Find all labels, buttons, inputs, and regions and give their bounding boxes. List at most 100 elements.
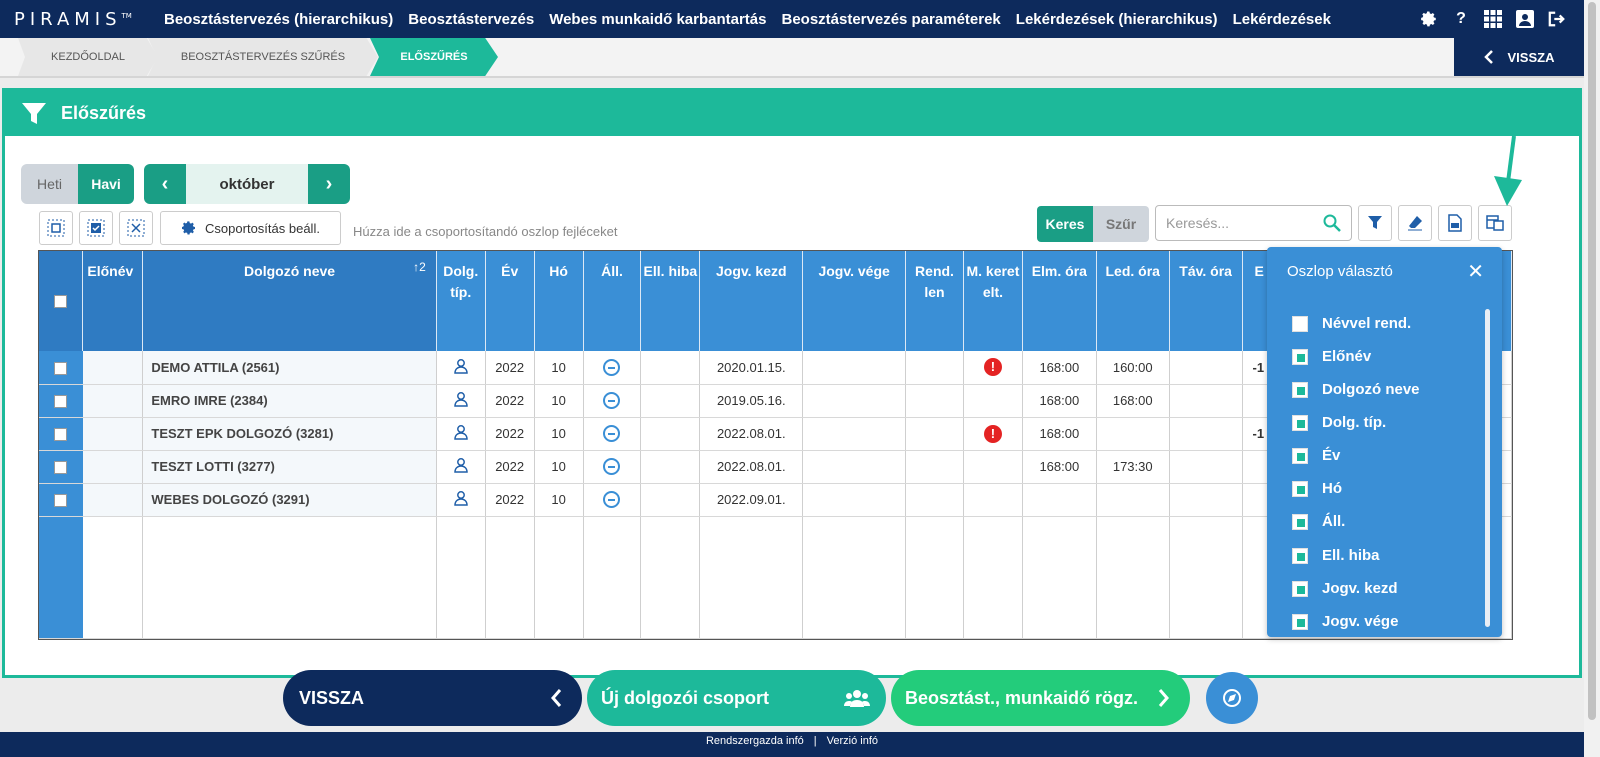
cell-rend-len [905,384,964,418]
col-header-led-ora[interactable]: Led. óra [1096,251,1170,351]
breadcrumb-beosztas-szures[interactable]: BEOSZTÁSTERVEZÉS SZŰRÉS [148,38,378,76]
column-option-checkbox[interactable] [1292,613,1308,630]
select-all-icon [47,219,65,237]
cell-all [583,450,642,484]
new-employee-group-button[interactable]: Új dolgozói csoport [587,670,886,726]
column-option-checkbox[interactable] [1292,414,1308,431]
warning-icon: ! [983,358,1002,377]
close-icon[interactable]: ✕ [1467,259,1484,284]
col-header-m-keret-elt[interactable]: M. keret elt. [963,251,1023,351]
nav-link-lekerdezes-hier[interactable]: Lekérdezések (hierarchikus) [1016,11,1218,28]
scrollbar-thumb[interactable] [1588,2,1596,720]
grid-apps-icon[interactable] [1484,10,1502,28]
grouping-settings-button[interactable]: Csoportosítás beáll. [160,211,341,245]
column-option-checkbox[interactable] [1292,547,1308,564]
search-icon[interactable] [1323,214,1341,232]
cell-m-keret [963,450,1023,484]
column-option-jogv-vege[interactable]: Jogv. vége [1292,613,1398,630]
gear-icon[interactable] [1420,10,1438,28]
col-header-jogv-kezd[interactable]: Jogv. kezd [699,251,804,351]
quick-action-button[interactable] [1206,672,1258,724]
szur-toggle[interactable]: Szűr [1093,206,1149,242]
nav-link-webes-munkaido[interactable]: Webes munkaidő karbantartás [549,11,766,28]
footer-admin-info-link[interactable]: Rendszergazda infó [706,735,804,757]
cell-elonev [82,450,144,484]
column-option-ell-hiba[interactable]: Ell. hiba [1292,547,1380,564]
users-icon [844,690,870,707]
heti-toggle[interactable]: Heti [21,164,78,204]
record-schedule-button[interactable]: Beosztást., munkaidő rögz. [891,670,1190,726]
row-checkbox[interactable] [54,494,68,508]
select-all-checkbox[interactable] [54,295,68,309]
column-option-checkbox[interactable] [1292,348,1308,365]
footer-version-info-link[interactable]: Verzió infó [827,735,878,757]
column-option-checkbox[interactable] [1292,513,1308,530]
cell-jogv-kezd: 2020.01.15. [699,351,804,385]
column-option-all[interactable]: Áll. [1292,513,1345,530]
row-checkbox[interactable] [54,361,68,375]
user-card-icon[interactable] [1516,10,1534,28]
col-header-rend-len[interactable]: Rend. len [905,251,964,351]
breadcrumb-eloszures[interactable]: ELŐSZŰRÉS [370,38,498,76]
column-chooser-scrollbar[interactable] [1485,309,1490,627]
back-button-top[interactable]: VISSZA [1454,38,1584,76]
employee-type-icon [453,491,468,506]
col-header-elm-ora[interactable]: Elm. óra [1022,251,1097,351]
col-header-elonev[interactable]: Előnév [82,251,144,351]
select-visible-button[interactable] [79,211,113,245]
row-checkbox[interactable] [54,428,68,442]
column-option-jogv-kezd[interactable]: Jogv. kezd [1292,580,1398,597]
column-chooser-icon [1486,215,1504,231]
next-month-button[interactable]: › [308,164,350,204]
help-icon[interactable]: ? [1452,10,1470,28]
column-option-checkbox[interactable] [1292,580,1308,597]
nav-link-beosztas-hier[interactable]: Beosztástervezés (hierarchikus) [164,11,393,28]
back-button[interactable]: VISSZA [283,670,582,726]
cell-name: TESZT LOTTI (3277) [142,450,437,484]
column-option-checkbox[interactable] [1292,315,1308,332]
column-option-checkbox[interactable] [1292,480,1308,497]
col-header-ell-hiba[interactable]: Ell. hiba [640,251,701,351]
piramis-logo[interactable]: PIRAMISTM [14,9,164,30]
prev-month-button[interactable]: ‹ [144,164,186,204]
column-option-elonev[interactable]: Előnév [1292,348,1371,365]
page-scrollbar[interactable] [1584,0,1600,757]
column-option-dolgozo-neve[interactable]: Dolgozó neve [1292,381,1420,398]
cell-m-keret [963,384,1023,418]
export-csv-button[interactable] [1438,205,1472,241]
column-option-dolg-tip[interactable]: Dolg. típ. [1292,414,1386,431]
employee-type-icon [453,358,468,374]
select-all-button[interactable] [39,211,73,245]
row-checkbox[interactable] [54,395,68,409]
cell-tav-ora [1169,417,1243,451]
col-header-ho[interactable]: Hó [534,251,584,351]
column-option-checkbox[interactable] [1292,381,1308,398]
logout-icon[interactable] [1548,10,1566,28]
col-header-dolg-tip[interactable]: Dolg. típ. [436,251,486,351]
csv-file-icon [1448,214,1462,232]
empty-cell [583,516,642,639]
column-chooser-button[interactable] [1478,205,1512,241]
column-option-checkbox[interactable] [1292,447,1308,464]
column-option-ho[interactable]: Hó [1292,480,1342,497]
nav-link-beosztas-param[interactable]: Beosztástervezés paraméterek [781,11,1000,28]
nav-link-lekerdezes[interactable]: Lekérdezések [1233,11,1331,28]
col-header-all[interactable]: Áll. [583,251,642,351]
col-header-tav-ora[interactable]: Táv. óra [1169,251,1243,351]
checkbox-select-icon [87,219,105,237]
clear-filter-button[interactable] [1398,205,1432,241]
empty-cell [699,516,804,639]
row-checkbox[interactable] [54,461,68,475]
column-option-ev[interactable]: Év [1292,447,1340,464]
deselect-button[interactable] [119,211,153,245]
col-header-jogv-vege[interactable]: Jogv. vége [802,251,907,351]
col-header-ev[interactable]: Év [485,251,535,351]
column-option-nevvel-rend[interactable]: Névvel rend. [1292,315,1411,332]
search-input[interactable] [1166,215,1316,231]
breadcrumb-home[interactable]: KEZDŐOLDAL [18,38,158,76]
havi-toggle[interactable]: Havi [78,164,134,204]
col-header-dolgozo-neve[interactable]: Dolgozó neve ↑2 [142,251,437,351]
nav-link-beosztas[interactable]: Beosztástervezés [408,11,534,28]
filter-button[interactable] [1358,205,1392,241]
keres-toggle[interactable]: Keres [1037,206,1093,242]
